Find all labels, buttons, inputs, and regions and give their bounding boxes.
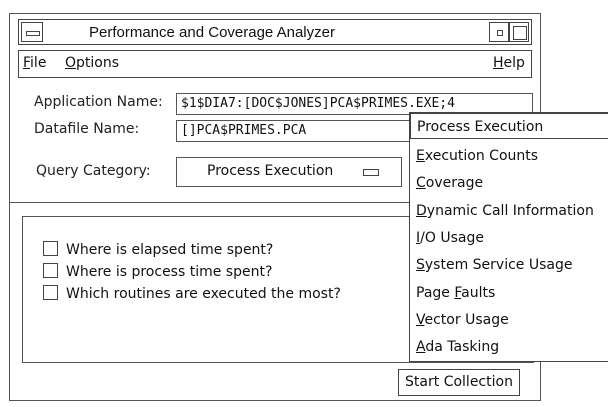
query-category-option-menu[interactable]: Process Execution bbox=[176, 157, 402, 187]
popup-item-page-faults[interactable]: Page Faults bbox=[416, 285, 495, 301]
query-category-popup-menu: Process Execution Execution Counts Cover… bbox=[409, 112, 608, 362]
menu-help[interactable]: Help bbox=[493, 55, 525, 71]
popup-item-label: ynamic Call Information bbox=[426, 203, 594, 219]
popup-item-process-execution[interactable]: Process Execution bbox=[410, 113, 608, 139]
popup-item-label: /O Usage bbox=[420, 230, 484, 246]
query-category-label: Query Category: bbox=[36, 163, 151, 179]
popup-item-label-prefix: Page bbox=[416, 285, 455, 301]
popup-item-label: ystem Service Usage bbox=[424, 257, 573, 273]
popup-item-mnemonic: A bbox=[416, 339, 426, 355]
popup-item-label: da Tasking bbox=[425, 339, 500, 355]
menu-file[interactable]: File bbox=[23, 55, 46, 71]
popup-item-label: xecution Counts bbox=[424, 148, 539, 164]
popup-item-system-service-usage[interactable]: System Service Usage bbox=[416, 257, 572, 273]
popup-item-execution-counts[interactable]: Execution Counts bbox=[416, 148, 538, 164]
window-menu-button[interactable] bbox=[21, 22, 43, 42]
popup-item-label: ector Usage bbox=[424, 312, 509, 328]
datafile-name-field[interactable]: []PCA$PRIMES.PCA bbox=[176, 120, 416, 142]
query-item[interactable]: Which routines are executed the most? bbox=[43, 285, 341, 303]
popup-item-io-usage[interactable]: I/O Usage bbox=[416, 230, 484, 246]
application-name-label: Application Name: bbox=[34, 94, 163, 110]
query-item-label: Where is elapsed time spent? bbox=[66, 242, 274, 258]
menu-help-mnemonic: H bbox=[493, 55, 504, 71]
menu-bar: File Options Help bbox=[18, 50, 532, 78]
popup-item-vector-usage[interactable]: Vector Usage bbox=[416, 312, 509, 328]
popup-item-coverage[interactable]: Coverage bbox=[416, 175, 483, 191]
menu-file-label: ile bbox=[30, 55, 47, 71]
checkbox[interactable] bbox=[43, 285, 58, 300]
maximize-icon bbox=[513, 26, 527, 40]
popup-item-mnemonic: E bbox=[416, 148, 425, 164]
popup-item-mnemonic: D bbox=[416, 203, 427, 219]
query-item-label: Which routines are executed the most? bbox=[66, 286, 341, 302]
checkbox[interactable] bbox=[43, 263, 58, 278]
menu-file-mnemonic: F bbox=[23, 55, 31, 71]
popup-item-mnemonic: V bbox=[416, 312, 425, 328]
popup-item-mnemonic: S bbox=[416, 257, 425, 273]
menu-options[interactable]: Options bbox=[65, 55, 119, 71]
start-collection-button[interactable]: Start Collection bbox=[398, 369, 520, 396]
popup-item-dynamic-call-information[interactable]: Dynamic Call Information bbox=[416, 203, 594, 219]
minimize-button[interactable] bbox=[489, 22, 509, 42]
popup-item-label: Process Execution bbox=[417, 119, 544, 135]
option-menu-indicator-icon bbox=[363, 169, 379, 176]
menu-options-mnemonic: O bbox=[65, 55, 77, 71]
popup-item-ada-tasking[interactable]: Ada Tasking bbox=[416, 339, 499, 355]
datafile-name-label: Datafile Name: bbox=[34, 121, 140, 137]
checkbox[interactable] bbox=[43, 241, 58, 256]
popup-item-mnemonic: C bbox=[416, 175, 426, 191]
query-item[interactable]: Where is process time spent? bbox=[43, 263, 272, 281]
query-item[interactable]: Where is elapsed time spent? bbox=[43, 241, 273, 259]
popup-item-label: aults bbox=[461, 285, 496, 301]
title-bar[interactable]: Performance and Coverage Analyzer bbox=[18, 19, 532, 45]
window-title: Performance and Coverage Analyzer bbox=[89, 24, 335, 41]
popup-item-label: overage bbox=[425, 175, 484, 191]
menu-options-label: ptions bbox=[76, 55, 120, 71]
maximize-button[interactable] bbox=[509, 22, 529, 42]
minimize-icon bbox=[497, 30, 503, 36]
query-category-value: Process Execution bbox=[207, 163, 334, 179]
window-menu-icon bbox=[26, 31, 40, 36]
menu-help-label: elp bbox=[503, 55, 525, 71]
query-item-label: Where is process time spent? bbox=[66, 264, 273, 280]
